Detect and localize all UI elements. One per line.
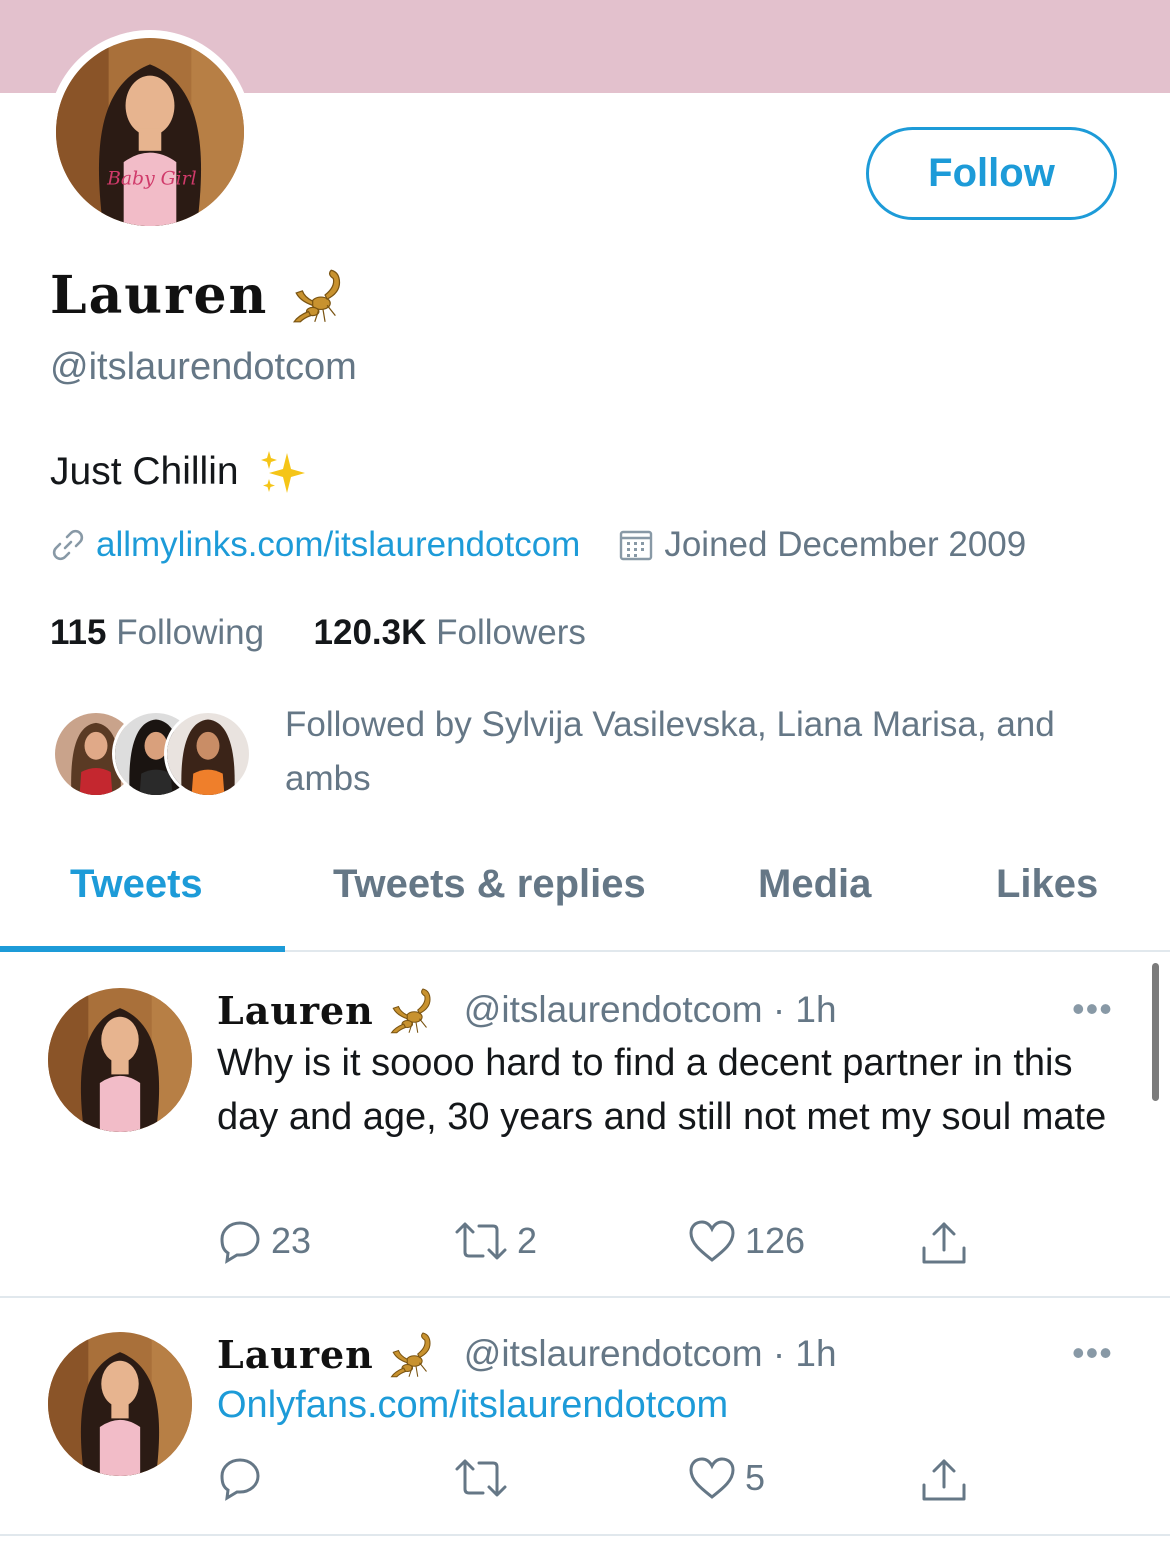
tweet-author-avatar[interactable] <box>48 1332 192 1476</box>
profile-name-text: Lauren <box>50 264 269 326</box>
profile-meta-row: allmylinks.com/itslaurendotcom Joined De… <box>50 525 1026 565</box>
share-button[interactable] <box>919 1455 969 1505</box>
like-count: 126 <box>745 1220 806 1261</box>
follower-avatar <box>164 710 252 798</box>
profile-tabs: Tweets Tweets & replies Media Likes <box>0 840 1170 952</box>
tweet-item[interactable]: Lauren @itslaurendotcom · 1h ••• Onlyfan… <box>0 1298 1170 1536</box>
retweet-button[interactable]: 2 <box>453 1218 537 1264</box>
like-count: 5 <box>745 1457 766 1498</box>
followers-stat[interactable]: 120.3K Followers <box>314 613 586 652</box>
tweet-item[interactable]: Lauren @itslaurendotcom · 1h ••• Why is … <box>0 952 1170 1298</box>
tweet-link[interactable]: Onlyfans.com/itslaurendotcom <box>217 1384 728 1427</box>
profile-stats: 115 Following 120.3K Followers <box>50 613 586 653</box>
calendar-icon <box>620 530 653 561</box>
profile-display-name: Lauren <box>50 262 356 328</box>
reply-button[interactable] <box>217 1455 271 1501</box>
retweet-icon <box>455 1222 507 1260</box>
link-icon <box>52 529 84 561</box>
like-button[interactable]: 126 <box>687 1218 805 1264</box>
profile-bio: Just Chillin <box>50 447 307 497</box>
retweet-button[interactable] <box>453 1455 517 1501</box>
tweet-handle-time: @itslaurendotcom · 1h <box>463 989 837 1030</box>
profile-joined-text: Joined December 2009 <box>664 525 1027 564</box>
reply-button[interactable]: 23 <box>217 1218 311 1264</box>
tweet-text: Why is it soooo hard to find a decent pa… <box>217 1042 1107 1138</box>
scorpion-emoji-icon <box>290 262 356 328</box>
following-label: Following <box>116 613 265 652</box>
scrollbar[interactable] <box>1152 963 1159 1101</box>
scorpion-emoji-icon <box>388 1326 444 1382</box>
tweet-author-name[interactable]: Lauren <box>217 1332 374 1377</box>
followed-by-avatars[interactable] <box>52 710 252 800</box>
profile-handle: @itslaurendotcom <box>50 346 357 388</box>
tab-media[interactable]: Media <box>758 862 871 907</box>
tweet-header: Lauren @itslaurendotcom · 1h <box>217 1326 837 1382</box>
profile-avatar[interactable]: Baby Girl <box>48 30 252 234</box>
like-button[interactable]: 5 <box>687 1455 765 1501</box>
tweet-actions: 5 <box>217 1455 977 1511</box>
followers-count: 120.3K <box>313 613 427 652</box>
following-count: 115 <box>50 613 107 652</box>
shirt-logo-text: Baby Girl <box>106 169 197 190</box>
followed-by-text[interactable]: Followed by Sylvija Vasilevska, Liana Ma… <box>285 698 1125 806</box>
retweet-count: 2 <box>517 1220 538 1261</box>
share-icon <box>922 1222 966 1264</box>
tab-likes[interactable]: Likes <box>996 862 1098 907</box>
tab-tweets-replies[interactable]: Tweets & replies <box>333 862 646 907</box>
share-icon <box>922 1459 966 1501</box>
profile-joined-date: Joined December 2009 <box>618 525 1026 565</box>
scorpion-emoji-icon <box>388 982 444 1038</box>
reply-count: 23 <box>271 1220 312 1261</box>
tweet-author-name[interactable]: Lauren <box>217 988 374 1033</box>
tweet-actions: 23 2 126 <box>217 1218 977 1274</box>
tweet-handle-time: @itslaurendotcom · 1h <box>463 1333 837 1374</box>
reply-icon <box>220 1458 260 1501</box>
heart-icon <box>689 1220 735 1262</box>
tweet-header: Lauren @itslaurendotcom · 1h <box>217 982 837 1038</box>
more-options-icon[interactable]: ••• <box>1072 988 1113 1030</box>
profile-website-link[interactable]: allmylinks.com/itslaurendotcom <box>50 525 580 565</box>
sparkles-emoji-icon <box>260 451 305 493</box>
reply-icon <box>220 1221 260 1264</box>
profile-website-text: allmylinks.com/itslaurendotcom <box>96 525 581 564</box>
profile-bio-text: Just Chillin <box>50 450 239 493</box>
followers-label: Followers <box>436 613 586 652</box>
profile-avatar-image: Baby Girl <box>56 38 244 226</box>
tab-tweets[interactable]: Tweets <box>70 862 203 907</box>
heart-icon <box>689 1457 735 1499</box>
follow-button[interactable]: Follow <box>866 127 1117 220</box>
tweet-author-avatar[interactable] <box>48 988 192 1132</box>
share-button[interactable] <box>919 1218 969 1268</box>
following-stat[interactable]: 115 Following <box>50 613 274 652</box>
more-options-icon[interactable]: ••• <box>1072 1332 1113 1374</box>
retweet-icon <box>455 1459 507 1497</box>
